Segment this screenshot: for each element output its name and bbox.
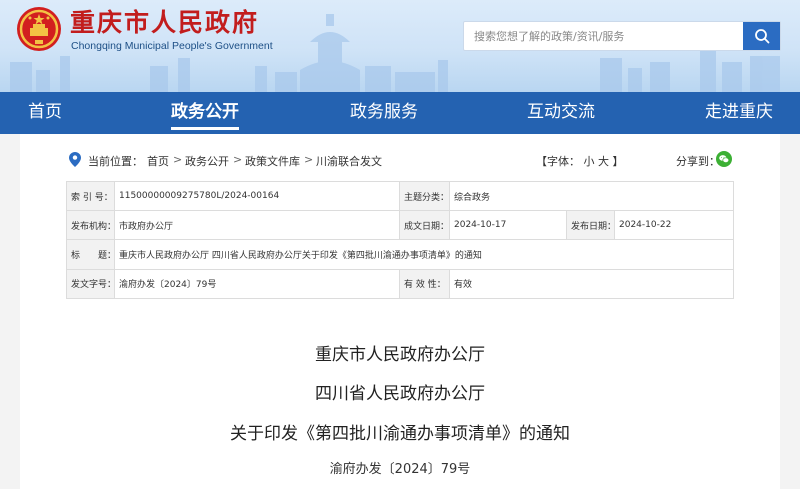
category-label: 主题分类： <box>399 180 450 212</box>
document-issuer-1: 重庆市人民政府办公厅 <box>315 345 485 365</box>
breadcrumb-label: 当前位置： <box>88 155 143 168</box>
search-input[interactable] <box>464 22 744 50</box>
table-row: 发布机构： 市政府办公厅 成文日期： 2024-10-17 发布日期： 2024… <box>66 210 734 241</box>
breadcrumb-separator: > <box>173 153 183 166</box>
breadcrumb-policy-library[interactable]: 政策文件库 <box>245 153 300 169</box>
issuer-label: 发布机构： <box>66 210 115 241</box>
nav-item-about-chongqing[interactable]: 走进重庆 <box>705 92 773 134</box>
breadcrumb-gov-affairs-open[interactable]: 政务公开 <box>185 153 229 169</box>
validity-label: 有 效 性： <box>399 268 450 299</box>
published-date-value: 2024-10-22 <box>614 210 734 241</box>
site-header: 重庆市人民政府 Chongqing Municipal People's Gov… <box>0 0 800 92</box>
content-card: 当前位置： 首页 > 政务公开 > 政策文件库 > 川渝联合发文 【字体： 小 … <box>20 134 780 489</box>
published-date-label: 发布日期： <box>566 210 615 241</box>
document-issuer-2: 四川省人民政府办公厅 <box>315 384 485 404</box>
document-number: 渝府办发〔2024〕79号 <box>329 462 471 477</box>
nav-item-gov-services[interactable]: 政务服务 <box>350 92 418 134</box>
share-label: 分享到： <box>676 155 720 168</box>
breadcrumb-separator: > <box>304 153 314 166</box>
document-title: 关于印发《第四批川渝通办事项清单》的通知 <box>230 424 570 444</box>
breadcrumb-sichuan-chongqing-joint[interactable]: 川渝联合发文 <box>316 153 382 169</box>
national-emblem-icon <box>17 7 61 51</box>
font-size-label: 【字体： <box>536 155 580 168</box>
location-pin-icon <box>69 152 81 167</box>
written-date-value: 2024-10-17 <box>449 210 567 241</box>
wechat-icon[interactable] <box>716 151 732 167</box>
font-size-close: 】 <box>612 155 624 168</box>
table-row: 标 题： 重庆市人民政府办公厅 四川省人民政府办公厅关于印发《第四批川渝通办事项… <box>66 239 734 270</box>
document-metadata-table: 索 引 号： 11500000009275780L/2024-00164 主题分… <box>66 180 734 299</box>
main-nav: 首页 政务公开 政务服务 互动交流 走进重庆 <box>0 92 800 134</box>
breadcrumb-home[interactable]: 首页 <box>147 153 169 169</box>
font-size-control: 【字体： 小 大 】 <box>536 153 624 169</box>
table-row: 索 引 号： 11500000009275780L/2024-00164 主题分… <box>66 180 734 212</box>
title-label: 标 题： <box>66 239 115 270</box>
category-value: 综合政务 <box>449 180 734 212</box>
search-box <box>463 21 781 51</box>
site-title[interactable]: 重庆市人民政府 <box>70 9 259 37</box>
table-row: 发文字号： 渝府办发〔2024〕79号 有 效 性： 有效 <box>66 268 734 299</box>
validity-value: 有效 <box>449 268 734 299</box>
site-subtitle: Chongqing Municipal People's Government <box>71 40 273 52</box>
doc-number-label: 发文字号： <box>66 268 115 299</box>
nav-item-home[interactable]: 首页 <box>28 92 62 134</box>
doc-number-value: 渝府办发〔2024〕79号 <box>114 268 400 299</box>
written-date-label: 成文日期： <box>399 210 450 241</box>
title-value: 重庆市人民政府办公厅 四川省人民政府办公厅关于印发《第四批川渝通办事项清单》的通… <box>114 239 734 270</box>
issuer-value: 市政府办公厅 <box>114 210 400 241</box>
font-size-large[interactable]: 大 <box>598 155 609 168</box>
index-number-value: 11500000009275780L/2024-00164 <box>114 180 400 212</box>
index-number-label: 索 引 号： <box>66 180 115 212</box>
search-icon <box>754 29 769 44</box>
nav-item-gov-affairs-open[interactable]: 政务公开 <box>171 92 239 134</box>
search-button[interactable] <box>743 22 780 50</box>
nav-item-interaction[interactable]: 互动交流 <box>527 92 595 134</box>
breadcrumb-separator: > <box>233 153 243 166</box>
font-size-small[interactable]: 小 <box>584 155 595 168</box>
